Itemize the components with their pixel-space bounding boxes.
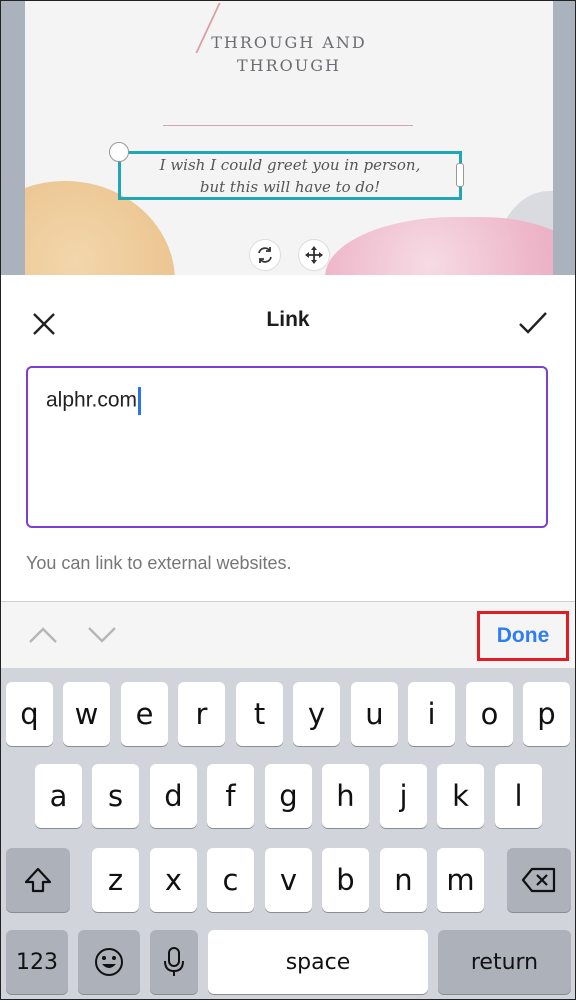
resize-handle-circle[interactable] [109,142,129,162]
move-button[interactable] [298,239,330,271]
key-h[interactable]: h [322,764,369,828]
next-field-button[interactable] [85,620,119,648]
checkmark-icon [519,312,547,334]
key-o[interactable]: o [466,682,513,746]
text-box-line-1: I wish I could greet you in person, [159,156,421,174]
dictation-key[interactable] [150,930,198,994]
key-l[interactable]: l [495,764,542,828]
key-c[interactable]: c [207,848,254,912]
return-key[interactable]: return [438,930,571,994]
selected-text-box[interactable]: I wish I could greet you in person, but … [118,151,462,200]
shift-icon [24,867,52,893]
key-u[interactable]: u [351,682,398,746]
emoji-key[interactable] [78,930,140,994]
backspace-icon [521,867,556,893]
key-q[interactable]: q [6,682,53,746]
done-button[interactable]: Done [477,611,569,661]
microphone-icon [164,947,184,976]
key-f[interactable]: f [207,764,254,828]
card-design: THROUGH AND THROUGH [25,1,553,275]
emoji-icon [95,948,123,976]
watercolor-pink-shape [325,217,553,275]
key-d[interactable]: d [150,764,197,828]
previous-field-button[interactable] [26,620,60,648]
helper-text: You can link to external websites. [26,553,292,573]
link-input[interactable]: alphr.com [26,366,548,528]
space-key[interactable]: space [208,930,428,994]
card-heading-line-1: THROUGH AND [211,33,367,52]
key-p[interactable]: p [523,682,570,746]
dialog-title: Link [266,308,310,331]
confirm-button[interactable] [516,307,550,339]
key-n[interactable]: n [380,848,427,912]
key-i[interactable]: i [408,682,455,746]
rotate-button[interactable] [249,239,281,271]
keyboard: q w e r t y u i o p a s d f g h j k l z … [1,668,575,999]
key-b[interactable]: b [322,848,369,912]
shift-key[interactable] [6,848,70,912]
link-input-value: alphr.com [46,388,138,412]
key-t[interactable]: t [236,682,283,746]
key-e[interactable]: e [121,682,168,746]
chevron-up-icon [29,627,57,643]
key-k[interactable]: k [437,764,484,828]
text-box-line-2: but this will have to do! [199,178,381,196]
text-cursor [138,387,142,415]
resize-handle-side[interactable] [456,163,464,187]
key-y[interactable]: y [293,682,340,746]
key-x[interactable]: x [150,848,197,912]
key-g[interactable]: g [265,764,312,828]
key-v[interactable]: v [265,848,312,912]
chevron-down-icon [88,627,116,643]
rotate-icon [258,247,272,263]
keyboard-accessory-bar: Done [1,601,575,669]
key-j[interactable]: j [380,764,427,828]
key-a[interactable]: a [35,764,82,828]
key-r[interactable]: r [178,682,225,746]
key-m[interactable]: m [437,848,484,912]
screen: THROUGH AND THROUGH I wish I could greet… [0,0,576,1000]
key-s[interactable]: s [92,764,139,828]
move-icon [305,246,323,264]
link-dialog: Link alphr.com You can link to external … [1,275,575,601]
card-divider [163,125,413,126]
numbers-key[interactable]: 123 [6,930,68,994]
design-canvas[interactable]: THROUGH AND THROUGH I wish I could greet… [1,1,575,275]
backspace-key[interactable] [507,848,571,912]
card-heading: THROUGH AND THROUGH [25,31,553,77]
key-w[interactable]: w [63,682,110,746]
key-z[interactable]: z [92,848,139,912]
card-heading-line-2: THROUGH [236,56,341,75]
